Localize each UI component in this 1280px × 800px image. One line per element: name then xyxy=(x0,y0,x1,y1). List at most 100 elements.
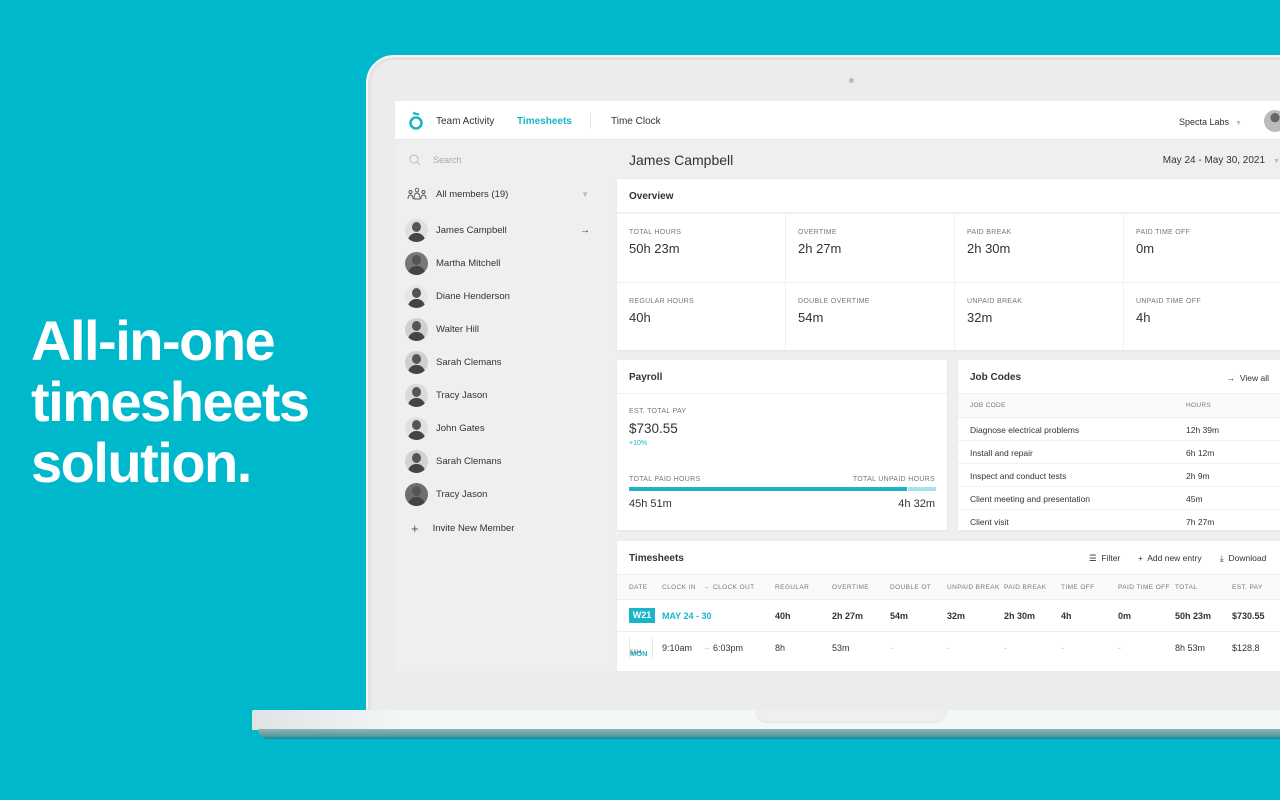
stat-overtime: OVERTIME 2h 27m xyxy=(786,213,955,281)
week-badge: W21 xyxy=(629,608,655,623)
stat-label: REGULAR HOURS xyxy=(629,298,694,305)
cell-est-pay: $730.55 xyxy=(1232,611,1265,621)
stat-value: 4h xyxy=(1136,310,1151,325)
member-name: Walter Hill xyxy=(436,323,479,335)
filter-label: Filter xyxy=(1101,553,1121,563)
stat-paid-time-off: PAID TIME OFF 0m xyxy=(1124,213,1280,281)
column-header: DOUBLE OT xyxy=(890,584,932,591)
stat-value: 54m xyxy=(798,310,824,325)
member-item[interactable]: Diane Henderson xyxy=(405,284,590,308)
stat-label: DOUBLE OVERTIME xyxy=(798,298,870,305)
date-range-picker[interactable]: May 24 - May 30, 2021 ▼ xyxy=(1163,155,1280,166)
laptop-base-shadow xyxy=(258,729,1280,739)
job-code-name: Install and repair xyxy=(970,448,1033,458)
member-name: Martha Mitchell xyxy=(436,257,501,269)
card-title: Payroll xyxy=(629,372,663,383)
member-item[interactable]: Sarah Clemans xyxy=(405,449,590,473)
column-header: EST. PAY xyxy=(1232,584,1263,591)
main-content: James Campbell May 24 - May 30, 2021 ▼ Ov… xyxy=(616,141,1280,671)
member-item[interactable]: John Gates xyxy=(405,416,590,440)
stat-unpaid-break: UNPAID BREAK 32m xyxy=(955,282,1124,350)
job-code-hours: 7h 27m xyxy=(1186,517,1215,527)
cell-time-off: 4h xyxy=(1061,611,1072,621)
sidebar: Search All members (19) ▼ James Campbell… xyxy=(395,141,615,671)
nav-time-clock[interactable]: Time Clock xyxy=(611,116,661,127)
search-input[interactable]: Search xyxy=(409,154,462,166)
nav-timesheets[interactable]: Timesheets xyxy=(517,116,572,127)
laptop-notch xyxy=(755,710,947,723)
stat-label: PAID BREAK xyxy=(967,229,1012,236)
member-item[interactable]: Tracy Jason xyxy=(405,482,590,506)
stat-paid-break: PAID BREAK 2h 30m xyxy=(955,213,1124,281)
arrow-right-icon: → xyxy=(703,643,711,652)
member-avatar xyxy=(405,251,428,275)
paid-hours-fill xyxy=(629,487,909,491)
column-header: TOTAL xyxy=(1175,584,1198,591)
member-avatar xyxy=(405,449,428,473)
day-date: 5/24 xyxy=(630,650,642,656)
cell-regular: 8h xyxy=(775,643,786,653)
cell-double-ot: 54m xyxy=(890,611,909,621)
caret-down-icon: ▼ xyxy=(581,189,589,199)
member-item[interactable]: Martha Mitchell xyxy=(405,251,590,275)
headline-line: All-in-one xyxy=(31,309,276,372)
stat-label: PAID TIME OFF xyxy=(1136,229,1191,236)
job-code-row[interactable]: Client visit 7h 27m xyxy=(958,509,1280,532)
headline-line: solution. xyxy=(31,431,252,494)
member-name: Sarah Clemans xyxy=(436,455,502,467)
stat-label: UNPAID BREAK xyxy=(967,298,1023,305)
app-logo-icon[interactable] xyxy=(408,111,424,131)
member-item[interactable]: Walter Hill xyxy=(405,317,590,341)
card-header: Overview xyxy=(617,179,1280,213)
job-code-hours: 6h 12m xyxy=(1186,448,1215,458)
headline-line: timesheets xyxy=(31,370,310,433)
week-range: MAY 24 - 30 xyxy=(662,611,712,621)
member-avatar xyxy=(405,350,428,374)
laptop-camera xyxy=(849,78,854,83)
filter-button[interactable]: ☰ Filter xyxy=(1089,553,1120,564)
est-pay-label: EST. TOTAL PAY xyxy=(629,408,687,415)
org-switcher[interactable]: Specta Labs ▼ xyxy=(1179,117,1242,127)
est-pay-value: $730.55 xyxy=(629,421,678,436)
arrow-right-icon: → xyxy=(703,584,710,591)
invite-member-button[interactable]: + Invite New Member xyxy=(411,521,514,536)
nav-divider xyxy=(590,113,591,129)
members-filter-dropdown[interactable]: All members (19) ▼ xyxy=(407,187,589,201)
download-button[interactable]: ⤓ Download xyxy=(1220,553,1266,564)
member-avatar xyxy=(405,416,428,440)
stat-label: OVERTIME xyxy=(798,229,837,236)
day-row[interactable]: MON 5/24 9:10am → 6:03pm 8h 53m - - - - … xyxy=(617,631,1280,663)
stat-value: 32m xyxy=(967,310,993,325)
unpaid-hours-label: TOTAL UNPAID HOURS xyxy=(852,476,935,483)
member-item[interactable]: Tracy Jason xyxy=(405,383,590,407)
job-code-row[interactable]: Client meeting and presentation 45m xyxy=(958,486,1280,509)
cell-paid-time-off: 0m xyxy=(1118,611,1132,621)
plus-icon: + xyxy=(1138,553,1143,563)
caret-down-icon: ▼ xyxy=(1235,120,1242,127)
week-summary-row[interactable]: W21 MAY 24 - 30 40h 2h 27m 54m 32m 2h 30… xyxy=(617,599,1280,631)
column-header: JOB CODE xyxy=(970,402,1006,409)
stat-value: 0m xyxy=(1136,241,1155,256)
add-entry-button[interactable]: + Add new entry xyxy=(1138,553,1202,563)
card-header: Payroll xyxy=(617,360,947,394)
payroll-card: Payroll EST. TOTAL PAY $730.55 +10% TOTA… xyxy=(617,360,947,530)
arrow-right-icon: → xyxy=(580,224,590,236)
stat-value: 2h 30m xyxy=(967,241,1011,256)
job-code-hours: 45m xyxy=(1186,494,1203,504)
member-avatar xyxy=(405,218,428,242)
view-all-link[interactable]: → View all xyxy=(1227,373,1269,383)
column-header: REGULAR xyxy=(775,584,810,591)
pay-change: +10% xyxy=(629,440,648,447)
user-avatar[interactable] xyxy=(1264,110,1280,132)
cell-overtime: 2h 27m xyxy=(832,611,864,621)
nav-team-activity[interactable]: Team Activity xyxy=(436,116,494,127)
page-title: James Campbell xyxy=(629,152,734,168)
job-codes-header: JOB CODE HOURS xyxy=(958,394,1280,417)
job-code-row[interactable]: Install and repair 6h 12m xyxy=(958,440,1280,463)
member-item[interactable]: James Campbell → xyxy=(405,218,590,242)
member-item[interactable]: Sarah Clemans xyxy=(405,350,590,374)
job-code-row[interactable]: Diagnose electrical problems 12h 39m xyxy=(958,417,1280,440)
job-code-row[interactable]: Inspect and conduct tests 2h 9m xyxy=(958,463,1280,486)
cell-est-pay: $128.8 xyxy=(1232,643,1260,653)
search-placeholder: Search xyxy=(433,155,462,165)
